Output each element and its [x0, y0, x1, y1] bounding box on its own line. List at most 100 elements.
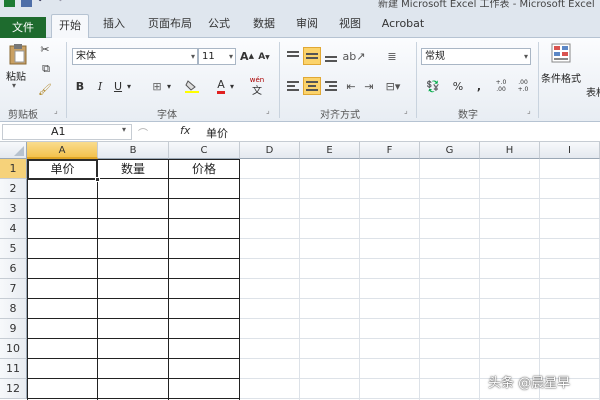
borders-icon[interactable]: ⊞: [150, 78, 164, 94]
phonetic-label: wén: [249, 76, 265, 84]
font-color-glyph: A: [217, 78, 225, 94]
paste-icon[interactable]: [8, 42, 28, 66]
tab-review[interactable]: 审阅: [294, 16, 320, 38]
font-name-combo[interactable]: 宋体 ▾: [72, 48, 198, 65]
column-header-i[interactable]: I: [540, 142, 600, 159]
column-header-d[interactable]: D: [240, 142, 300, 159]
fill-handle[interactable]: [95, 177, 100, 182]
tab-data[interactable]: 数据: [251, 16, 277, 38]
number-format-combo[interactable]: 常规 ▾: [421, 48, 531, 65]
row-header-1[interactable]: 1: [0, 159, 27, 179]
table-border: [27, 258, 240, 259]
conditional-formatting-icon[interactable]: [550, 42, 572, 64]
format-painter-icon[interactable]: 🖌: [38, 82, 52, 96]
align-right-icon[interactable]: [323, 78, 339, 94]
decrease-indent-icon[interactable]: ⇤: [343, 78, 359, 94]
cut-icon[interactable]: ✂: [38, 42, 52, 56]
dialog-launcher-icon[interactable]: ⌟: [266, 106, 270, 115]
table-border: [27, 218, 240, 219]
decrease-decimal-button[interactable]: .00 +.0: [514, 78, 532, 94]
tab-home[interactable]: 开始: [51, 14, 89, 39]
row-header-8[interactable]: 8: [0, 299, 27, 319]
tab-page-layout[interactable]: 页面布局: [146, 16, 194, 38]
tab-view[interactable]: 视图: [337, 16, 363, 38]
comma-style-button[interactable]: ,: [474, 78, 484, 94]
title-bar: ↶ ↷ 新建 Microsoft Excel 工作表 - Microsoft E…: [0, 0, 600, 8]
conditional-formatting-label[interactable]: 条件格式: [541, 70, 581, 85]
column-header-e[interactable]: E: [300, 142, 360, 159]
chevron-down-icon[interactable]: ▾: [191, 49, 195, 64]
grow-font-icon[interactable]: A ▲: [240, 48, 254, 64]
chevron-down-icon[interactable]: ▾: [524, 49, 528, 64]
chevron-down-icon[interactable]: ▾: [165, 79, 173, 93]
row-header-2[interactable]: 2: [0, 179, 27, 199]
dialog-launcher-icon[interactable]: ⌟: [527, 106, 531, 115]
chevron-down-icon[interactable]: ▾: [125, 79, 133, 93]
row-header-12[interactable]: 12: [0, 379, 27, 399]
percent-style-button[interactable]: %: [452, 78, 464, 94]
table-border: [27, 238, 240, 239]
align-middle-icon[interactable]: [303, 47, 321, 65]
row-header-4[interactable]: 4: [0, 219, 27, 239]
bold-button[interactable]: B: [74, 78, 86, 94]
undo-icon[interactable]: ↶: [38, 0, 49, 7]
font-size-combo[interactable]: 11 ▾: [198, 48, 236, 65]
tab-acrobat[interactable]: Acrobat: [381, 16, 425, 38]
italic-button[interactable]: I: [94, 78, 106, 94]
row-header-7[interactable]: 7: [0, 279, 27, 299]
merge-center-icon[interactable]: ⊟▾: [384, 78, 402, 94]
wrap-text-icon[interactable]: ≣: [384, 48, 400, 64]
dialog-launcher-icon[interactable]: ⌟: [404, 106, 408, 115]
dialog-launcher-icon[interactable]: ⌟: [54, 106, 58, 115]
column-header-b[interactable]: B: [98, 142, 169, 159]
accounting-format-icon[interactable]: 💱: [424, 78, 442, 94]
underline-button[interactable]: U: [112, 78, 124, 94]
row-header-9[interactable]: 9: [0, 319, 27, 339]
chevron-down-icon[interactable]: ▾: [122, 125, 126, 134]
window-title: 新建 Microsoft Excel 工作表 - Microsoft Excel: [378, 0, 595, 8]
insert-function-button[interactable]: fx: [180, 124, 190, 137]
phonetic-guide-icon[interactable]: wén 文: [248, 76, 266, 97]
table-border: [97, 159, 98, 400]
column-header-f[interactable]: F: [360, 142, 420, 159]
formula-content[interactable]: 单价: [206, 125, 228, 141]
row-header-6[interactable]: 6: [0, 259, 27, 279]
column-header-g[interactable]: G: [420, 142, 480, 159]
tab-insert[interactable]: 插入: [102, 16, 126, 38]
row-header-10[interactable]: 10: [0, 339, 27, 359]
cell-b1[interactable]: 数量: [98, 160, 168, 179]
chevron-down-icon[interactable]: ▾: [229, 49, 233, 64]
copy-icon[interactable]: ⧉: [38, 62, 54, 76]
fill-color-icon[interactable]: [184, 78, 200, 94]
redo-icon[interactable]: ↷: [55, 0, 66, 7]
increase-indent-icon[interactable]: ⇥: [361, 78, 377, 94]
formula-splitter-icon[interactable]: ⌒: [138, 125, 148, 140]
tab-file[interactable]: 文件: [0, 17, 46, 39]
cell-c1[interactable]: 价格: [169, 160, 239, 179]
orientation-icon[interactable]: ab↗: [343, 48, 366, 64]
gridline: [299, 159, 300, 400]
row-header-11[interactable]: 11: [0, 359, 27, 379]
tab-formulas[interactable]: 公式: [206, 16, 232, 38]
row-header-3[interactable]: 3: [0, 199, 27, 219]
spreadsheet-grid[interactable]: ABCDEFGHI 1 2 3 4 5 6 7 8 9 10 11 12 单价 数量 价格: [0, 142, 600, 400]
column-header-c[interactable]: C: [169, 142, 240, 159]
chevron-down-icon[interactable]: ▾: [228, 79, 236, 93]
select-all-corner[interactable]: [0, 142, 27, 159]
gridline: [539, 159, 540, 400]
row-header-5[interactable]: 5: [0, 239, 27, 259]
shrink-font-icon[interactable]: A ▼: [258, 50, 270, 64]
name-box[interactable]: A1: [2, 124, 132, 140]
save-icon[interactable]: [21, 0, 32, 7]
align-top-icon[interactable]: [285, 48, 301, 64]
table-border: [27, 198, 240, 199]
align-center-icon[interactable]: [303, 77, 321, 95]
increase-decimal-button[interactable]: +.0 .00: [492, 78, 510, 94]
format-as-table-label[interactable]: 表格: [586, 84, 600, 99]
column-header-h[interactable]: H: [480, 142, 540, 159]
align-bottom-icon[interactable]: [323, 48, 339, 64]
column-header-a[interactable]: A: [27, 142, 98, 159]
font-color-icon[interactable]: A: [214, 78, 228, 94]
align-left-icon[interactable]: [285, 78, 301, 94]
paste-dropdown-icon[interactable]: ▾: [12, 81, 16, 90]
